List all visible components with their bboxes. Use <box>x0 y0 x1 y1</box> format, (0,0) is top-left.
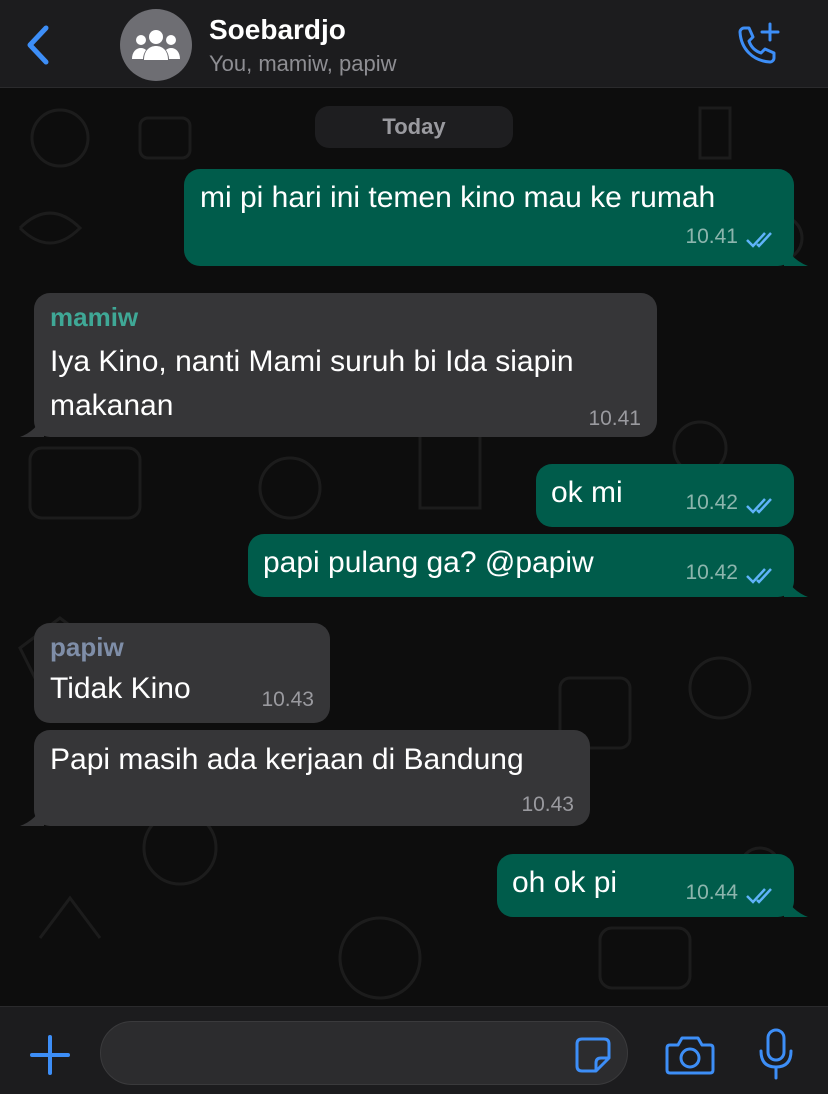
message-time: 10.41 <box>685 225 738 248</box>
double-check-icon <box>746 568 772 584</box>
message-time: 10.43 <box>261 688 314 711</box>
bubble-tail <box>784 575 808 597</box>
message-bubble-outgoing[interactable]: oh ok pi 10.44 <box>497 854 808 917</box>
message-time: 10.43 <box>521 793 574 816</box>
message-list[interactable]: Today mi pi hari ini temen kino mau ke r… <box>0 88 828 1006</box>
message-bubble-outgoing[interactable]: mi pi hari ini temen kino mau ke rumah 1… <box>184 169 808 266</box>
message-input[interactable] <box>100 1021 628 1085</box>
chevron-left-icon <box>27 25 49 65</box>
camera-button[interactable] <box>664 1033 716 1077</box>
message-text: Tidak Kino <box>50 672 191 705</box>
sticker-icon <box>575 1037 611 1073</box>
message-text: papi pulang ga? @papiw <box>263 546 594 579</box>
message-time: 10.42 <box>685 561 738 584</box>
chat-header: Soebardjo You, mamiw, papiw <box>0 0 828 88</box>
attach-button[interactable] <box>28 1033 72 1077</box>
message-bubble-outgoing[interactable]: ok mi 10.42 <box>536 464 794 527</box>
message-bubble-outgoing[interactable]: papi pulang ga? @papiw 10.42 <box>248 534 808 597</box>
sender-name[interactable]: mamiw <box>50 302 138 333</box>
message-time: 10.44 <box>685 881 738 904</box>
double-check-icon <box>746 498 772 514</box>
message-text-line: Iya Kino, nanti Mami suruh bi Ida siapin <box>50 345 574 378</box>
chat-screen: Soebardjo You, mamiw, papiw Today mi pi … <box>0 0 828 1094</box>
back-button[interactable] <box>22 22 58 68</box>
message-text: oh ok pi <box>512 866 618 899</box>
add-call-button[interactable] <box>730 20 782 72</box>
chat-participants[interactable]: You, mamiw, papiw <box>209 51 397 77</box>
date-separator: Today <box>315 106 513 148</box>
double-check-icon <box>746 888 772 904</box>
message-text-line: makanan <box>50 389 174 422</box>
message-text: mi pi hari ini temen kino mau ke rumah <box>200 181 716 214</box>
message-time: 10.42 <box>685 491 738 514</box>
bubble-tail <box>20 415 44 437</box>
message-bubble-incoming[interactable]: Papi masih ada kerjaan di Bandung 10.43 <box>20 730 590 826</box>
message-time: 10.41 <box>588 407 641 430</box>
message-bubble-incoming[interactable]: papiw Tidak Kino 10.43 <box>34 623 330 723</box>
bubble-tail <box>20 804 44 826</box>
message-text: ok mi <box>551 476 623 509</box>
message-composer <box>0 1006 828 1094</box>
group-avatar[interactable] <box>120 9 192 81</box>
voice-message-button[interactable] <box>756 1027 796 1081</box>
microphone-icon <box>759 1028 793 1080</box>
double-check-icon <box>746 232 772 248</box>
sticker-button[interactable] <box>574 1036 612 1074</box>
sender-name[interactable]: papiw <box>50 632 124 663</box>
group-icon <box>132 30 180 60</box>
bubble-tail <box>784 244 808 266</box>
bubble-tail <box>784 895 808 917</box>
chat-title[interactable]: Soebardjo <box>209 14 346 46</box>
message-bubble-incoming[interactable]: mamiw Iya Kino, nanti Mami suruh bi Ida … <box>20 293 657 437</box>
message-text: Papi masih ada kerjaan di Bandung <box>50 743 524 776</box>
add-call-icon <box>738 22 780 64</box>
camera-icon <box>665 1036 715 1075</box>
plus-icon <box>30 1035 70 1075</box>
